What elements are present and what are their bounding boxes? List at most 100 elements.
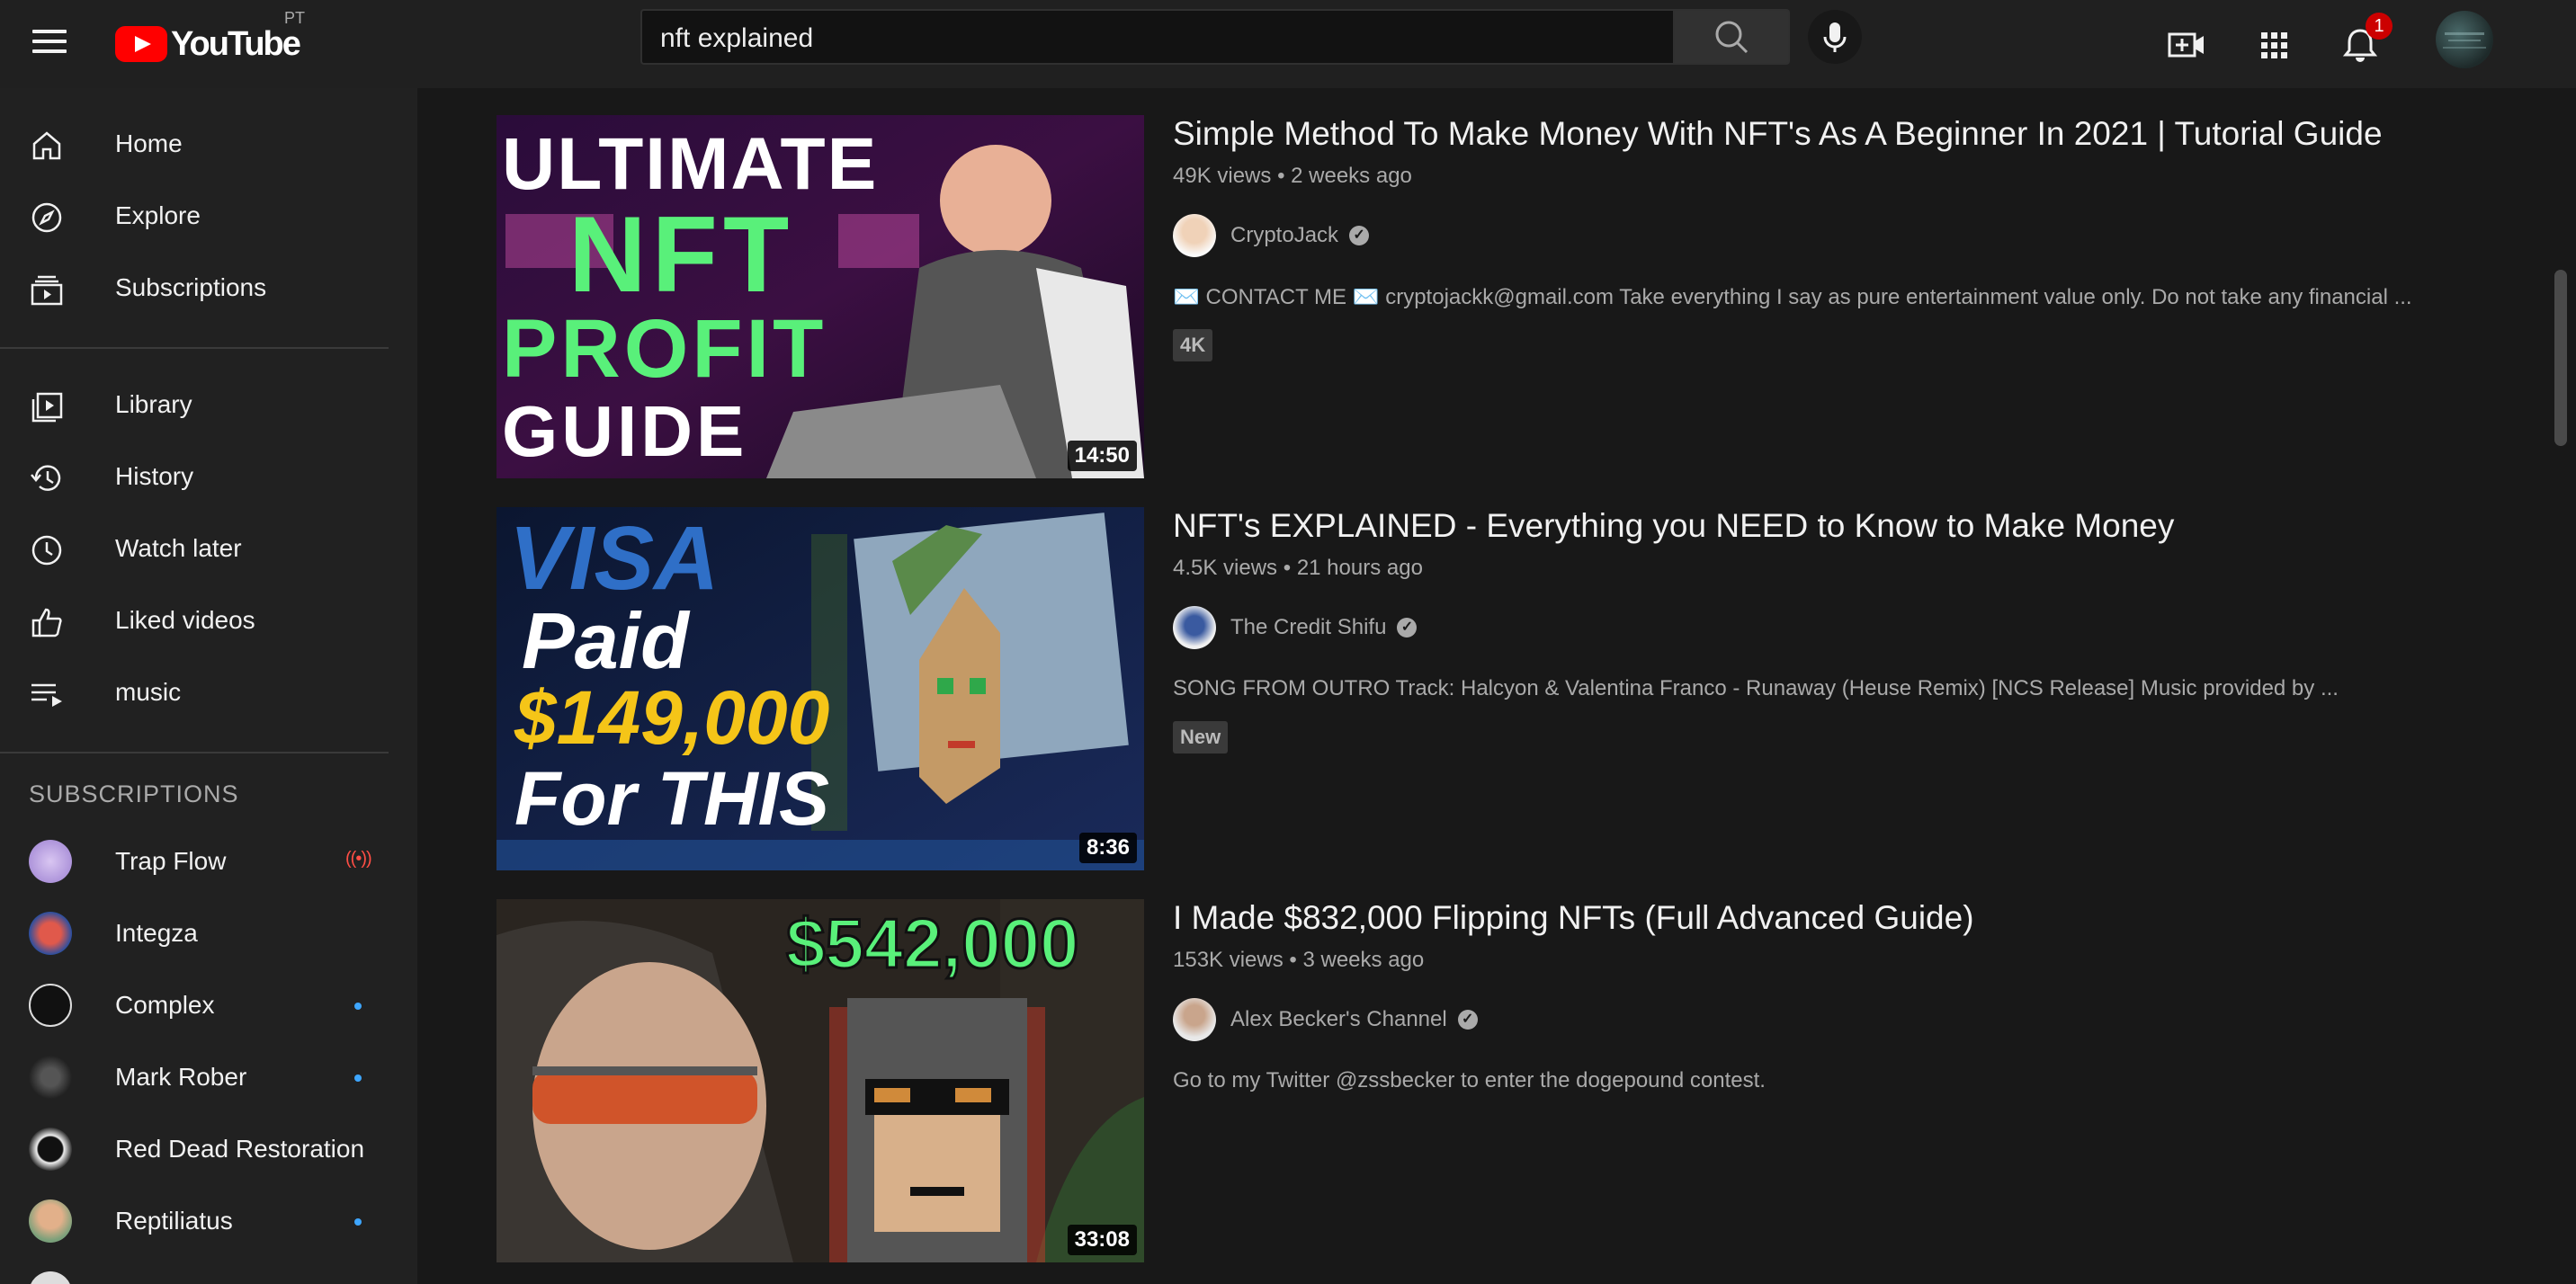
sidebar-item-history[interactable]: History [0,442,389,514]
search-input[interactable] [658,20,1651,58]
live-broadcast-icon: ((•)) [345,849,372,869]
home-icon [32,131,61,160]
sidebar-item-subscriptions[interactable]: Subscriptions [0,254,389,325]
voice-search-button[interactable] [1808,10,1862,64]
subscription-label: Red Dead Restoration [115,1135,365,1163]
video-thumbnail[interactable]: ULTIMATE NFT PROFIT GUIDE 14:50 [496,115,1144,478]
thumbnail-text: For THIS [514,756,829,841]
sidebar-item-label: Subscriptions [115,273,267,301]
apps-button[interactable] [2247,18,2301,72]
channel-link[interactable]: CryptoJack ✓ [1173,214,1370,257]
channel-avatar [29,1199,72,1243]
channel-avatar [29,1271,72,1284]
youtube-logo[interactable]: YouTube [115,18,301,70]
subscription-label: Complex [115,991,215,1019]
channel-avatar [29,912,72,955]
channel-name[interactable]: CryptoJack [1230,223,1338,248]
meta-separator: • [1289,948,1303,972]
search-results: ULTIMATE NFT PROFIT GUIDE 14:50 Simple M… [417,88,2554,1284]
new-content-dot [354,1003,362,1010]
channel-link[interactable]: Alex Becker's Channel ✓ [1173,998,1478,1041]
microphone-icon [1823,22,1847,52]
quality-badge: 4K [1173,329,1213,361]
video-result[interactable]: $542,000 33:08 I Made $832,000 Flipping … [496,899,2547,1262]
channel-avatar[interactable] [1173,606,1216,649]
video-meta: 4.5K views • 21 hours ago [1173,556,1423,581]
clock-icon [31,535,62,566]
video-camera-plus-icon [2168,32,2204,58]
history-icon [31,465,61,491]
top-bar: YouTube PT nft explained 1 [0,0,2576,88]
subscription-label: Trap Flow [115,847,227,875]
video-result[interactable]: ULTIMATE NFT PROFIT GUIDE 14:50 Simple M… [496,115,2547,478]
subscription-item-reptiliatus[interactable]: Reptiliatus [0,1185,389,1257]
video-title[interactable]: I Made $832,000 Flipping NFTs (Full Adva… [1173,899,1974,937]
subscription-item-mark-rober[interactable]: Mark Rober [0,1041,389,1113]
channel-avatar[interactable] [1173,998,1216,1041]
verified-check-icon: ✓ [1457,1010,1478,1030]
meta-separator: • [1277,164,1292,188]
playlist-icon [31,683,62,707]
sidebar-divider [0,752,389,753]
video-thumbnail[interactable]: VISA Paid $149,000 For THIS 8:36 [496,507,1144,870]
video-title[interactable]: NFT's EXPLAINED - Everything you NEED to… [1173,507,2174,545]
subscriptions-icon [31,275,63,306]
subscription-label: Reptiliatus [115,1207,233,1235]
create-video-button[interactable] [2159,18,2213,72]
sidebar-item-label: music [115,678,182,706]
subscription-item-partial[interactable] [0,1257,389,1284]
video-thumbnail[interactable]: $542,000 33:08 [496,899,1144,1262]
sidebar-item-liked-videos[interactable]: Liked videos [0,586,389,658]
verified-check-icon: ✓ [1397,618,1418,638]
logo-text: YouTube [171,24,301,63]
video-result[interactable]: VISA Paid $149,000 For THIS 8:36 NFT's E… [496,507,2547,870]
sidebar-item-home[interactable]: Home [0,110,389,182]
channel-name[interactable]: Alex Becker's Channel [1230,1007,1447,1032]
sidebar: Home Explore Subscriptions Library Histo… [0,88,417,1284]
sidebar-item-label: Library [115,390,192,418]
subscription-label: Integza [115,919,198,947]
sidebar-item-label: Watch later [115,534,242,562]
channel-avatar [29,1056,72,1099]
channel-avatar[interactable] [1173,214,1216,257]
new-badge: New [1173,721,1229,753]
view-count: 153K views [1173,948,1284,972]
sidebar-item-music-playlist[interactable]: music [0,658,389,730]
youtube-play-icon [115,26,167,62]
sidebar-item-label: Home [115,129,183,157]
video-title[interactable]: Simple Method To Make Money With NFT's A… [1173,115,2383,153]
sidebar-item-explore[interactable]: Explore [0,182,389,254]
sidebar-item-library[interactable]: Library [0,370,389,442]
channel-name[interactable]: The Credit Shifu [1230,615,1386,640]
scrollbar-thumb[interactable] [2554,270,2567,446]
thumbs-up-icon [31,608,62,638]
compass-icon [31,202,62,233]
account-avatar[interactable] [2436,11,2493,68]
subscription-item-complex[interactable]: Complex [0,969,389,1041]
view-count: 4.5K views [1173,556,1278,580]
search-box [640,9,1675,65]
subscription-item-integza[interactable]: Integza [0,897,389,969]
apps-grid-icon [2261,32,2287,58]
scrollbar-track[interactable] [2551,88,2576,1284]
avatar-image-icon [2443,32,2486,49]
sidebar-item-label: History [115,462,194,490]
thumbnail-text: NFT [568,194,795,315]
thumbnail-text: $542,000 [784,903,1079,985]
subscription-item-red-dead-restoration[interactable]: Red Dead Restoration [0,1113,389,1185]
subscription-item-trap-flow[interactable]: Trap Flow ((•)) [0,825,389,897]
hamburger-menu-icon[interactable] [27,23,72,65]
subscription-label: Mark Rober [115,1063,247,1091]
subscriptions-heading: SUBSCRIPTIONS [29,780,239,807]
new-content-dot [354,1218,362,1226]
new-content-dot [354,1074,362,1082]
sidebar-item-watch-later[interactable]: Watch later [0,514,389,586]
channel-link[interactable]: The Credit Shifu ✓ [1173,606,1418,649]
search-button[interactable] [1675,9,1790,65]
channel-avatar [29,1128,72,1171]
video-meta: 49K views • 2 weeks ago [1173,164,1412,189]
video-duration: 8:36 [1078,833,1137,863]
video-description: Go to my Twitter @zssbecker to enter the… [1173,1068,1766,1092]
sidebar-item-label: Liked videos [115,606,255,634]
channel-avatar [29,840,72,883]
